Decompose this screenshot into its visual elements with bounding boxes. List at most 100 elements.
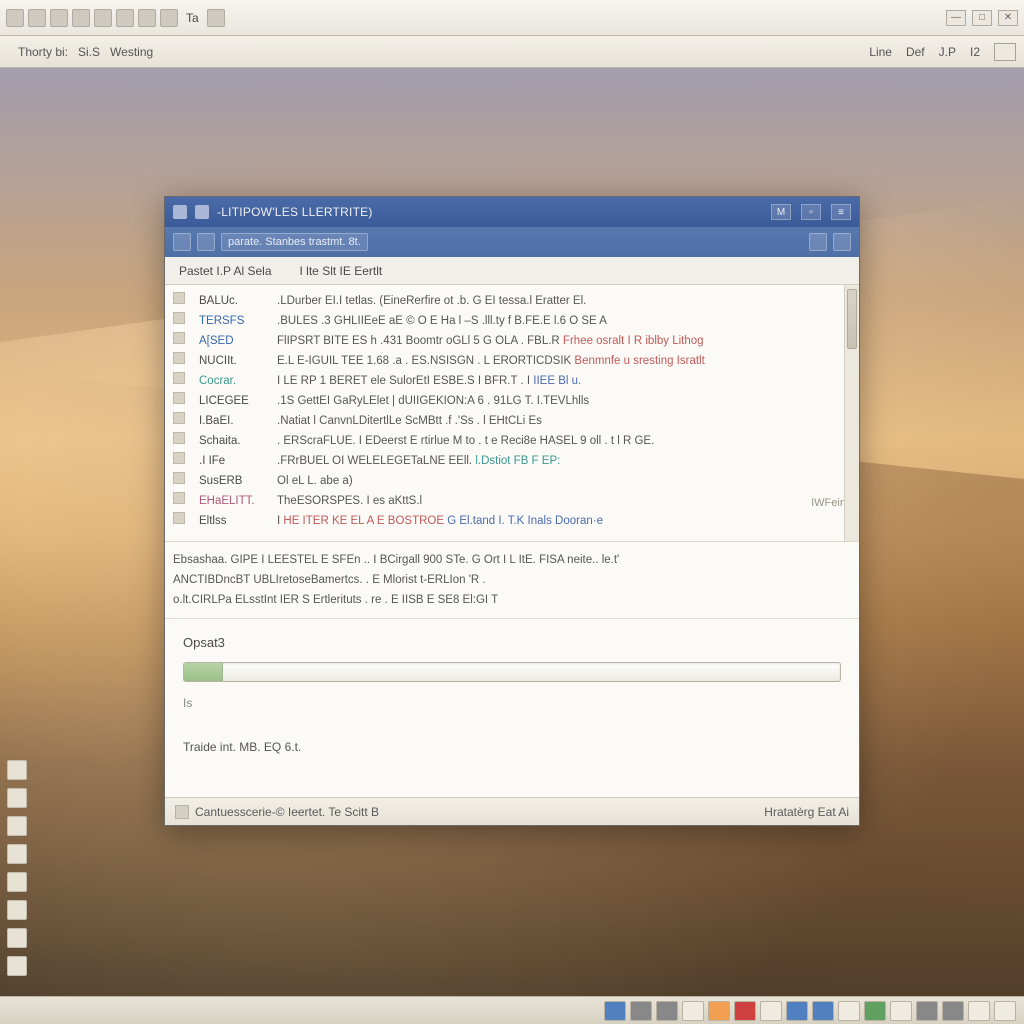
row-value: cBT UBLIretoseBamertcs. . E Mlorist t-ER… xyxy=(230,574,486,586)
progress-sublabel: Is xyxy=(183,696,841,710)
row-key: BALUc. xyxy=(199,291,267,311)
row-value: .FRrBUEL OI WELELEGETaLNE EEll. l.Dstiot… xyxy=(277,451,851,471)
list-row[interactable]: A[SEDFlIPSRT BITE ES h .431 Boomtr oGLl … xyxy=(173,331,851,351)
window-icon xyxy=(173,205,187,219)
row-value: Ol eL L. abe a) xyxy=(277,471,851,491)
dialog-address-bar: parate. Stanbes trastmt. 8t. xyxy=(165,227,859,257)
menu-icon[interactable] xyxy=(28,9,46,27)
menu-icon[interactable] xyxy=(160,9,178,27)
menu-icon[interactable] xyxy=(94,9,112,27)
launcher-icon[interactable] xyxy=(7,956,27,976)
list-row[interactable]: Schaita. . ERScraFLUE. I EDeerst E rtirlu… xyxy=(173,431,851,451)
toolbar-label[interactable]: Thorty bi: xyxy=(18,45,68,59)
list-row[interactable]: SusERB Ol eL L. abe a) xyxy=(173,471,851,491)
toolbar-label[interactable]: Def xyxy=(906,45,925,59)
tray-icon[interactable] xyxy=(708,1001,730,1021)
list-row[interactable]: o.lt.CIRLPa ELsstInt IER S Ertlerituts .… xyxy=(173,590,851,610)
tray-icon[interactable] xyxy=(630,1001,652,1021)
row-value: . ERScraFLUE. I EDeerst E rtirlue M to .… xyxy=(277,431,851,451)
dialog-title: -LITIPOW'LES LLERTRITE) xyxy=(217,205,761,219)
minimize-button[interactable]: — xyxy=(946,10,966,26)
window-control-icon[interactable]: ▫ xyxy=(801,204,821,220)
toolbar-label[interactable]: Westing xyxy=(110,45,153,59)
system-menubar: Ta — □ ✕ xyxy=(0,0,1024,36)
launcher-icon[interactable] xyxy=(7,900,27,920)
window-icon xyxy=(195,205,209,219)
launcher-icon[interactable] xyxy=(7,872,27,892)
list-row[interactable]: EHaELITT.TheESORSPES. I es aKttS.l xyxy=(173,491,851,511)
row-icon xyxy=(173,312,185,324)
list-row[interactable]: Cocrar.I LE RP 1 BERET ele SulorEtI ESBE… xyxy=(173,371,851,391)
window-menu-icon[interactable]: ≡ xyxy=(831,204,851,220)
progress-detail: Traide int. MB. EQ 6.t. xyxy=(183,740,841,754)
tool-icon[interactable] xyxy=(809,233,827,251)
toolbar-label[interactable]: I2 xyxy=(970,45,980,59)
scrollbar-thumb[interactable] xyxy=(847,289,857,349)
vertical-scrollbar[interactable] xyxy=(844,285,859,541)
list-row[interactable]: TERSFS.BULES .3 GHLIIEeE aE © O E Ha l –… xyxy=(173,311,851,331)
left-launcher xyxy=(4,760,30,992)
launcher-icon[interactable] xyxy=(7,928,27,948)
nav-icon[interactable] xyxy=(173,233,191,251)
toolbar-label[interactable]: Si.S xyxy=(78,45,100,59)
list-row[interactable]: EltlssI HE ITER KE EL A E BOSTROE G El.t… xyxy=(173,511,851,531)
tray-icon[interactable] xyxy=(890,1001,912,1021)
list-row[interactable]: NUCIIt.E.L E-IGUIL TEE 1.68 .a . ES.NSIS… xyxy=(173,351,851,371)
row-key: Schaita. xyxy=(199,431,267,451)
tray-icon[interactable] xyxy=(604,1001,626,1021)
launcher-icon[interactable] xyxy=(7,788,27,808)
tray-icon[interactable] xyxy=(864,1001,886,1021)
tray-icon[interactable] xyxy=(994,1001,1016,1021)
list-row[interactable]: .I IFe .FRrBUEL OI WELELEGETaLNE EEll. l.… xyxy=(173,451,851,471)
menu-icon[interactable] xyxy=(138,9,156,27)
tray-icon[interactable] xyxy=(682,1001,704,1021)
toolbar-tab[interactable]: Pastet I.P Al Sela xyxy=(165,264,286,278)
row-key: .I IFe xyxy=(199,451,267,471)
progress-section: Opsat3 Is Traide int. MB. EQ 6.t. xyxy=(165,619,859,797)
address-field[interactable]: parate. Stanbes trastmt. 8t. xyxy=(221,233,368,251)
toolbar-button[interactable] xyxy=(994,43,1016,61)
tray-icon[interactable] xyxy=(838,1001,860,1021)
tray-icon[interactable] xyxy=(760,1001,782,1021)
menu-icon[interactable] xyxy=(207,9,225,27)
tray-icon[interactable] xyxy=(786,1001,808,1021)
row-icon xyxy=(173,292,185,304)
toolbar-label[interactable]: J.P xyxy=(939,45,956,59)
row-value: .1S GettEI GaRyLElet | dUIIGEKION:A 6 . … xyxy=(277,391,851,411)
menubar-label[interactable]: Ta xyxy=(182,11,203,25)
tray-icon[interactable] xyxy=(734,1001,756,1021)
toolbar-tab[interactable]: I lte Slt IE Eertlt xyxy=(286,264,397,278)
tray-icon[interactable] xyxy=(942,1001,964,1021)
row-key: SusERB xyxy=(199,471,267,491)
maximize-button[interactable]: □ xyxy=(972,10,992,26)
menu-icon[interactable] xyxy=(72,9,90,27)
row-value: .LDurber EI.I tetlas. (EineRerfire ot .b… xyxy=(277,291,851,311)
tray-icon[interactable] xyxy=(656,1001,678,1021)
menu-icon[interactable] xyxy=(116,9,134,27)
tool-icon[interactable] xyxy=(833,233,851,251)
launcher-icon[interactable] xyxy=(7,816,27,836)
dialog-window: -LITIPOW'LES LLERTRITE) M ▫ ≡ parate. St… xyxy=(164,196,860,826)
progress-label: Opsat3 xyxy=(183,635,841,650)
tray-icon[interactable] xyxy=(812,1001,834,1021)
list-row[interactable]: BALUc. .LDurber EI.I tetlas. (EineRerfire… xyxy=(173,291,851,311)
tray-icon[interactable] xyxy=(916,1001,938,1021)
close-button[interactable]: ✕ xyxy=(998,10,1018,26)
row-value: .BULES .3 GHLIIEeE aE © O E Ha l –S .lll… xyxy=(277,311,851,331)
toolbar-label[interactable]: Line xyxy=(869,45,892,59)
menu-icon[interactable] xyxy=(6,9,24,27)
list-row[interactable]: LICEGEE .1S GettEI GaRyLElet | dUIIGEKION… xyxy=(173,391,851,411)
list-row[interactable]: ANCTIBDncBT UBLIretoseBamertcs. . E Mlor… xyxy=(173,570,851,590)
row-key: LICEGEE xyxy=(199,391,267,411)
row-icon xyxy=(173,512,185,524)
status-icon xyxy=(175,805,189,819)
list-row[interactable]: Ebsashaa. GIPE I LEESTEL E SFEn .. I BCi… xyxy=(173,550,851,570)
window-control-icon[interactable]: M xyxy=(771,204,791,220)
nav-icon[interactable] xyxy=(197,233,215,251)
list-row[interactable]: I.BaEI..Natiat l CanvnLDitertlLe ScMBtt … xyxy=(173,411,851,431)
dialog-titlebar[interactable]: -LITIPOW'LES LLERTRITE) M ▫ ≡ xyxy=(165,197,859,227)
menu-icon[interactable] xyxy=(50,9,68,27)
launcher-icon[interactable] xyxy=(7,760,27,780)
launcher-icon[interactable] xyxy=(7,844,27,864)
tray-icon[interactable] xyxy=(968,1001,990,1021)
